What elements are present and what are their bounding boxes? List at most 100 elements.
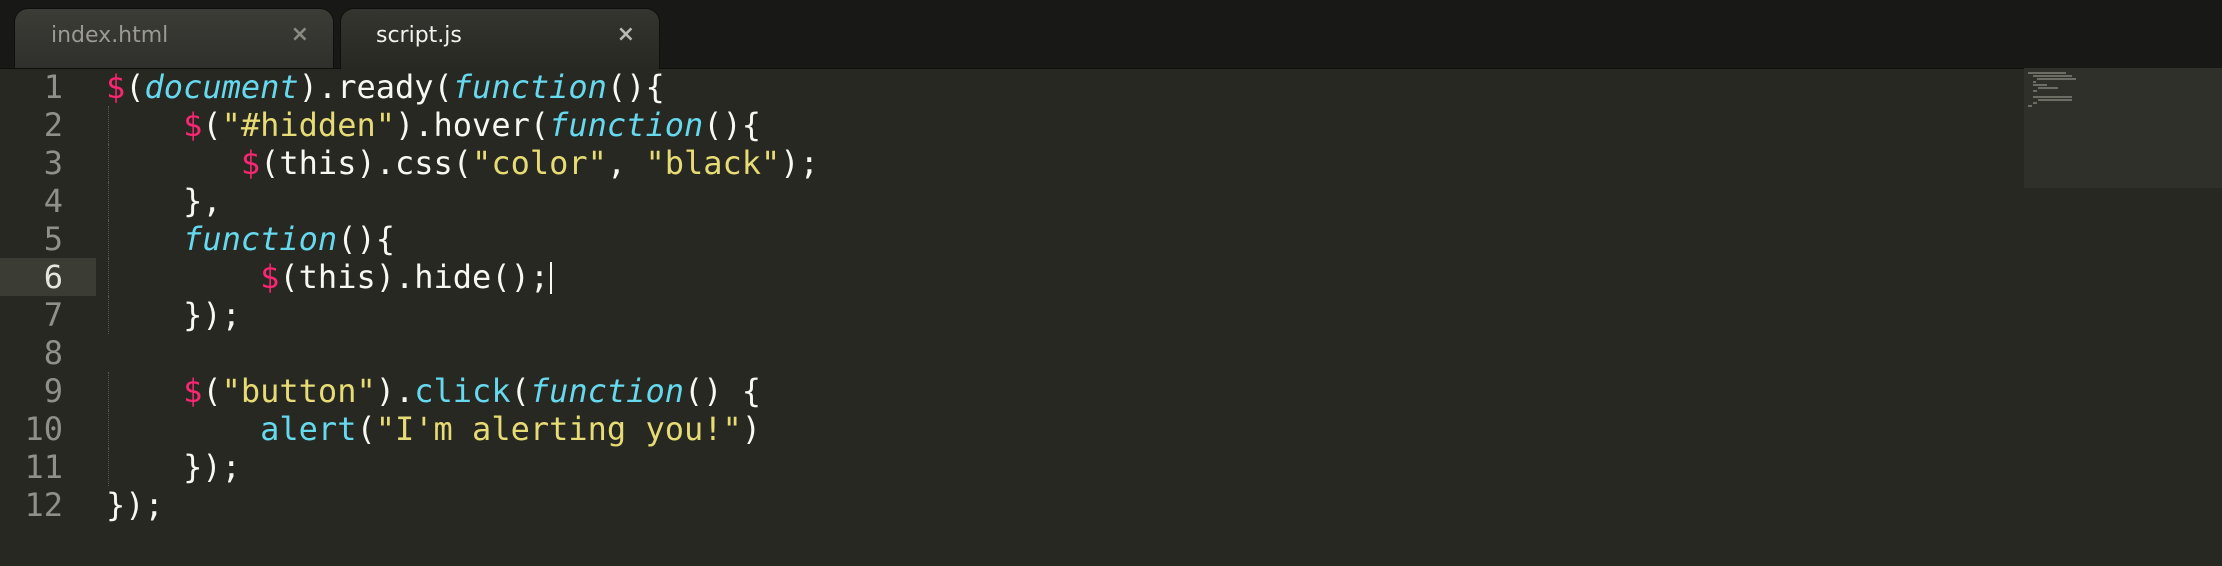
code-token: $ [183, 372, 203, 410]
code-line-text: }); [106, 296, 241, 334]
minimap-line [2033, 81, 2036, 83]
code-line[interactable]: 12}); [0, 486, 2010, 524]
tab-label: script.js [376, 23, 462, 48]
line-number: 4 [43, 182, 63, 220]
close-icon[interactable]: × [291, 22, 309, 47]
code-token: }); [106, 296, 241, 334]
minimap-line [2033, 102, 2038, 104]
minimap-line [2033, 96, 2073, 98]
code-token: () { [683, 372, 762, 410]
code-token: alert [260, 410, 357, 448]
code-token: "color" [472, 144, 607, 182]
code-line[interactable]: 8 [0, 334, 2010, 372]
code-token: "black" [645, 144, 781, 182]
code-line[interactable]: 9 $("button").click(function() { [0, 372, 2010, 410]
line-number: 7 [43, 296, 63, 334]
minimap-line [2038, 87, 2058, 89]
code-token: (this).hide(); [279, 258, 550, 296]
code-line[interactable]: 1 $(document).ready(function(){ [0, 68, 2010, 106]
minimap-line [2033, 84, 2048, 86]
code-line-text: $(document).ready(function(){ [106, 68, 665, 106]
code-token: ( [202, 106, 222, 144]
code-token: $ [106, 68, 126, 106]
code-line-text: $("#hidden").hover(function(){ [106, 106, 761, 144]
code-token: function [549, 106, 704, 144]
code-line[interactable]: 3 $(this).css("color", "black"); [0, 144, 2010, 182]
code-token: (){ [703, 106, 762, 144]
text-cursor [550, 262, 553, 294]
code-token: click [414, 372, 511, 410]
code-token: "button" [221, 372, 376, 410]
code-line-text: }, [106, 182, 222, 220]
code-token: ( [510, 372, 530, 410]
code-token: (){ [337, 220, 395, 258]
indent-guide [108, 258, 109, 296]
close-icon[interactable]: × [617, 22, 635, 47]
indent-guide [108, 448, 109, 486]
code-line-text: }); [106, 486, 164, 524]
code-token: ); [780, 144, 819, 182]
tab-script-js[interactable]: script.js × [340, 8, 660, 69]
code-token: ). [375, 372, 415, 410]
code-token: function [529, 372, 684, 410]
code-line[interactable]: 10 alert("I'm alerting you!") [0, 410, 2010, 448]
line-number: 3 [43, 144, 63, 182]
indent-guide [108, 144, 109, 182]
minimap-line [2033, 75, 2073, 77]
tab-bar: index.html × script.js × [0, 0, 2222, 69]
code-line[interactable]: 7 }); [0, 296, 2010, 334]
indent-guide [108, 182, 109, 220]
line-number: 9 [43, 372, 63, 410]
minimap[interactable] [2024, 68, 2222, 188]
code-line[interactable]: 5 function(){ [0, 220, 2010, 258]
code-token: ( [202, 372, 222, 410]
code-token: "#hidden" [221, 106, 395, 144]
tab-label: index.html [51, 23, 169, 48]
code-token: }); [106, 486, 164, 524]
code-line-text: alert("I'm alerting you!") [106, 410, 761, 448]
line-number: 8 [43, 334, 63, 372]
code-token: ( [125, 68, 145, 106]
code-line[interactable]: 11 }); [0, 448, 2010, 486]
code-text-area[interactable]: 1 $(document).ready(function(){2 $("#hidd… [0, 68, 2010, 566]
code-line[interactable]: 6 $(this).hide(); [0, 258, 2010, 296]
code-token: function [452, 68, 607, 106]
code-token: ( [356, 410, 376, 448]
code-token: "I'm alerting you!" [375, 410, 742, 448]
line-number: 11 [24, 448, 63, 486]
line-number: 5 [43, 220, 63, 258]
code-line-text: $("button").click(function() { [106, 372, 761, 410]
code-token: ).hover( [394, 106, 550, 144]
minimap-line [2038, 99, 2073, 101]
code-token: }, [106, 182, 222, 220]
minimap-line [2033, 90, 2038, 92]
code-token: function [183, 220, 338, 258]
code-line[interactable]: 2 $("#hidden").hover(function(){ [0, 106, 2010, 144]
line-number: 2 [43, 106, 63, 144]
code-token: document [144, 68, 299, 106]
indent-guide [108, 410, 109, 448]
minimap-line [2028, 72, 2066, 74]
code-line-text: }); [106, 448, 241, 486]
indent-guide [108, 296, 109, 334]
line-number: 10 [24, 410, 63, 448]
code-token: , [606, 144, 646, 182]
code-token: $ [240, 144, 261, 182]
tab-index-html[interactable]: index.html × [14, 8, 334, 68]
code-token: }); [106, 448, 241, 486]
indent-guide [108, 106, 109, 144]
code-line-text: $(this).css("color", "black"); [106, 144, 819, 182]
code-token: (this).css( [260, 144, 473, 182]
code-line-text: $(this).hide(); [106, 258, 553, 296]
code-token: ) [741, 410, 762, 448]
code-line[interactable]: 4 }, [0, 182, 2010, 220]
line-number: 12 [24, 486, 63, 524]
minimap-line [2037, 78, 2077, 80]
code-token: $ [260, 258, 280, 296]
line-number: 1 [43, 68, 63, 106]
code-token: ).ready( [298, 68, 453, 106]
